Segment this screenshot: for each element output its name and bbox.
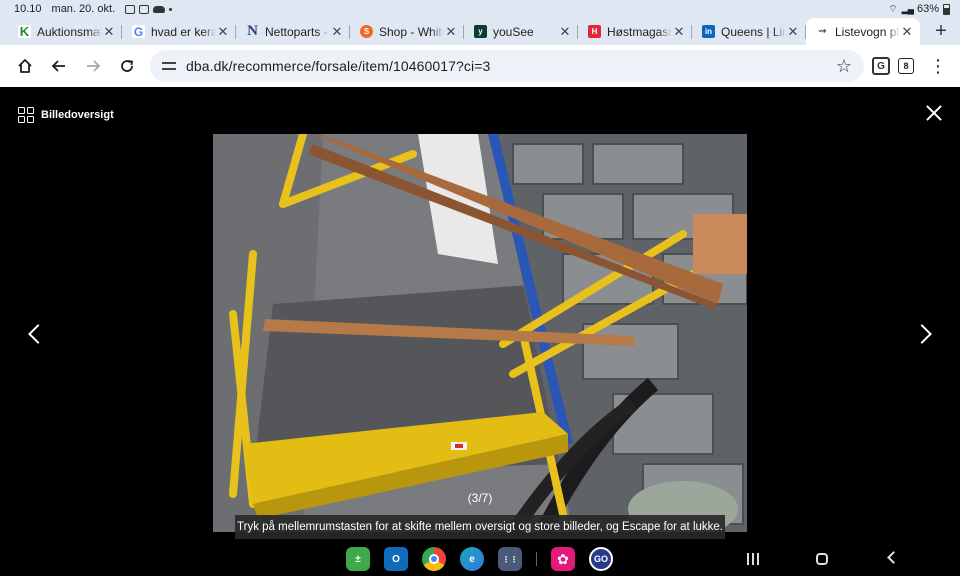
taskbar-dock: ± O e ⋮⋮ ✿ GO (346, 547, 613, 571)
arrow-right-icon (87, 60, 101, 72)
next-image-icon[interactable] (912, 324, 932, 344)
tab-title: Høstmagasin (607, 24, 672, 39)
tab-hostmagasin[interactable]: H Høstmagasin ✕ (578, 18, 692, 45)
more-notifications-icon (169, 7, 173, 11)
tab-title: youSee (493, 24, 534, 39)
system-navigation-bar: ± O e ⋮⋮ ✿ GO (0, 542, 960, 576)
close-icon[interactable] (926, 105, 942, 121)
dba-favicon-icon: ⇝ (818, 26, 827, 37)
cart-photo-illustration (213, 134, 747, 532)
hostmagasin-favicon-icon: H (588, 25, 601, 38)
go-app-icon[interactable]: GO (589, 547, 613, 571)
image-counter: (3/7) (467, 491, 493, 505)
previous-image-icon[interactable] (28, 324, 48, 344)
more-menu-icon[interactable]: ⋮ (928, 56, 948, 77)
n-favicon-icon: N (247, 23, 258, 39)
listing-photo[interactable] (213, 134, 747, 532)
back-nav-button[interactable] (887, 551, 900, 564)
tab-yousee[interactable]: y youSee ✕ (464, 18, 578, 45)
site-settings-icon[interactable] (162, 60, 176, 72)
shop-favicon-icon: S (360, 25, 373, 38)
calendar-notification-icon (139, 4, 150, 14)
k-favicon-icon: K (18, 24, 31, 39)
app-drawer-icon[interactable]: ⋮⋮ (498, 547, 522, 571)
tab-auktion[interactable]: K Auktionsmægl ✕ (8, 18, 122, 45)
tab-shop[interactable]: S Shop - White ✕ (350, 18, 464, 45)
url-text[interactable]: dba.dk/recommerce/forsale/item/10460017?… (186, 58, 830, 74)
status-bar: 10.10 man. 20. okt. ⌔ ▂▄ 63% (0, 0, 960, 18)
tab-nettoparts[interactable]: N Nettoparts - p ✕ (236, 18, 350, 45)
chrome-app-icon[interactable] (422, 547, 446, 571)
forward-button[interactable] (76, 49, 110, 83)
google-favicon-icon: G (132, 24, 145, 39)
back-button[interactable] (42, 49, 76, 83)
gallery-notification-icon (125, 4, 136, 14)
tab-title: Shop - White (379, 24, 444, 39)
recent-apps-button[interactable] (747, 553, 759, 565)
home-icon (18, 59, 32, 73)
tab-title: Listevogn pla (835, 24, 900, 39)
translate-icon[interactable]: G (872, 57, 890, 75)
tab-title: Nettoparts - p (265, 24, 330, 39)
bookmark-star-icon[interactable]: ☆ (830, 56, 858, 77)
tab-switcher-button[interactable]: 8 (898, 58, 914, 74)
reload-icon (121, 60, 134, 72)
tab-title: Queens | Link (721, 24, 786, 39)
status-date: man. 20. okt. (51, 3, 116, 15)
address-bar[interactable]: dba.dk/recommerce/forsale/item/10460017?… (150, 50, 864, 82)
tab-title: Auktionsmægl (37, 24, 102, 39)
yousee-favicon-icon: y (474, 25, 487, 38)
linkedin-favicon-icon: in (702, 25, 715, 38)
dock-divider (536, 552, 537, 566)
wifi-signal-icon: ⌔ (888, 3, 898, 15)
overview-label: Billedoversigt (41, 109, 114, 121)
calculator-app-icon[interactable]: ± (346, 547, 370, 571)
overview-button[interactable]: Billedoversigt (18, 107, 114, 123)
browser-toolbar: dba.dk/recommerce/forsale/item/10460017?… (0, 45, 960, 87)
tab-google[interactable]: G hvad er kerat ✕ (122, 18, 236, 45)
battery-level: 63% (916, 3, 939, 15)
status-notification-icons (125, 4, 173, 14)
new-tab-button[interactable]: + (926, 18, 956, 45)
arrow-left-icon (51, 60, 65, 72)
reload-button[interactable] (110, 49, 144, 83)
battery-icon (943, 3, 950, 15)
status-time: 10.10 (14, 3, 42, 15)
grid-icon (18, 107, 34, 123)
close-tab-icon[interactable]: ✕ (786, 24, 800, 40)
tab-listevogn[interactable]: ⇝ Listevogn pla ✕ (806, 18, 920, 45)
blossom-app-icon[interactable]: ✿ (551, 547, 575, 571)
outlook-app-icon[interactable]: O (384, 547, 408, 571)
home-button[interactable] (8, 49, 42, 83)
close-tab-icon[interactable]: ✕ (672, 24, 686, 40)
close-tab-icon[interactable]: ✕ (216, 24, 230, 40)
keyboard-hint: Tryk på mellemrumstasten for at skifte m… (235, 515, 725, 539)
cloud-notification-icon (153, 5, 166, 13)
close-tab-icon[interactable]: ✕ (444, 24, 458, 40)
tab-linkedin[interactable]: in Queens | Link ✕ (692, 18, 806, 45)
cell-signal-icon: ▂▄ (901, 3, 914, 14)
edge-app-icon[interactable]: e (460, 547, 484, 571)
close-tab-icon[interactable]: ✕ (900, 24, 914, 40)
home-nav-button[interactable] (816, 553, 828, 565)
close-tab-icon[interactable]: ✕ (330, 24, 344, 40)
image-viewer: Billedoversigt (3/7) Tryk på mellemrumst… (0, 87, 960, 542)
tab-strip: K Auktionsmægl ✕ G hvad er kerat ✕ N Net… (0, 18, 960, 45)
close-tab-icon[interactable]: ✕ (102, 24, 116, 40)
tab-title: hvad er kerat (151, 24, 216, 39)
close-tab-icon[interactable]: ✕ (558, 24, 572, 40)
